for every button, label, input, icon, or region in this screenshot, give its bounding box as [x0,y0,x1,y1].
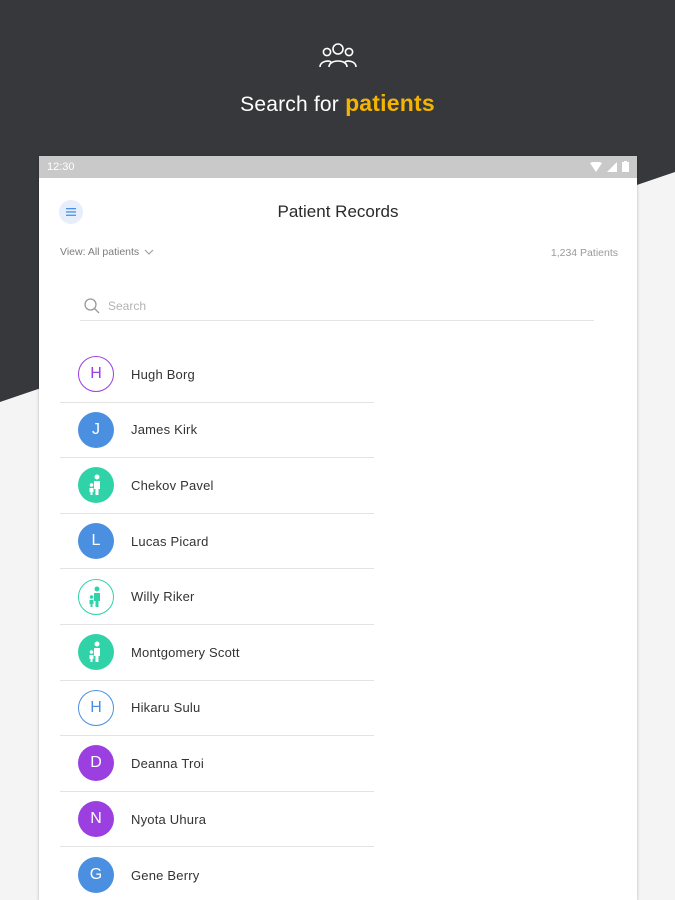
patient-row[interactable]: N Nyota Uhura [60,792,374,848]
patient-row[interactable]: Montgomery Scott [60,625,374,681]
avatar-initial: N [90,810,102,828]
avatar: N [78,801,114,838]
avatar: H [78,689,114,726]
patient-name: Lucas Picard [131,533,209,549]
avatar-initial: H [90,365,102,383]
patient-name: Deanna Troi [131,755,205,771]
patient-count: 1,234 Patients [550,247,618,259]
avatar-initial: G [89,866,103,884]
avatar: J [78,411,114,448]
hero-title-accent: patients [345,90,435,116]
patient-name: James Kirk [131,422,198,438]
hero-title-prefix: Search for [240,93,340,116]
avatar: H [78,356,114,393]
page-title: Patient Records [277,202,399,221]
patient-row[interactable]: D Deanna Troi [60,736,374,792]
view-filter-label: View: All patients [60,246,140,258]
patient-name: Hugh Borg [131,366,195,382]
chevron-down-icon [144,249,154,255]
search-input[interactable] [108,298,548,313]
patient-name: Gene Berry [131,867,200,883]
patient-name: Willy Riker [131,589,195,605]
avatar-initial: L [91,532,101,550]
patient-row[interactable]: J James Kirk [60,403,374,459]
status-time: 12:30 [47,161,75,173]
group-people-icon [318,43,357,68]
status-bar: 12:30 [39,156,637,178]
wifi-icon [590,161,602,172]
avatar [78,634,114,671]
patient-name: Nyota Uhura [131,811,207,827]
battery-icon [622,161,629,172]
avatar [78,578,114,615]
search-bar [80,291,594,321]
status-icons [590,161,629,172]
search-icon [84,297,100,313]
patient-row[interactable]: L Lucas Picard [60,514,374,570]
parent-child-icon [89,641,100,663]
patient-row[interactable]: H Hugh Borg [60,347,374,403]
avatar [78,467,114,504]
patient-row[interactable]: Willy Riker [60,569,374,625]
patient-name: Montgomery Scott [131,644,240,660]
patient-name: Hikaru Sulu [131,700,201,716]
hero-title: Search for patients [0,90,675,117]
view-filter-dropdown[interactable]: View: All patients [60,246,154,258]
parent-child-icon [89,474,100,496]
avatar-initial: H [90,698,102,716]
avatar: D [78,745,114,782]
app-bar: Patient Records [39,178,637,244]
avatar-initial: D [90,754,102,772]
signal-icon [607,161,617,172]
patient-row[interactable]: H Hikaru Sulu [60,681,374,737]
patient-name: Chekov Pavel [131,477,214,493]
parent-child-icon [89,586,100,607]
tablet-screen: 12:30 Patient Records View: All patients… [39,156,637,900]
avatar: L [78,523,114,560]
patient-row[interactable]: Chekov Pavel [60,458,374,514]
view-bar: View: All patients 1,234 Patients [39,244,637,274]
hero-section: Search for patients [0,40,675,117]
patient-row[interactable]: G Gene Berry [60,847,374,900]
avatar: G [78,857,114,894]
avatar-initial: J [92,420,100,438]
patient-list: H Hugh Borg J James Kirk Chekov Pavel L Lucas … [60,347,374,900]
